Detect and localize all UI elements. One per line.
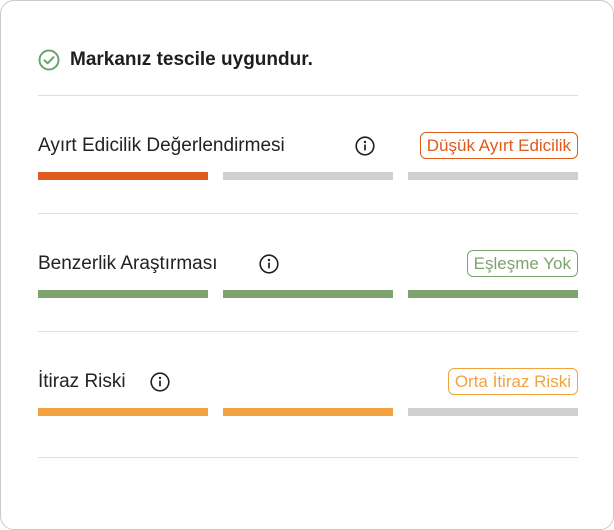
info-icon[interactable]	[355, 136, 375, 156]
divider	[38, 457, 578, 458]
row-label: İtiraz Riski	[38, 371, 126, 392]
divider	[38, 95, 578, 96]
trademark-eligibility-card: Markanız tescile uygundur. Ayırt Edicili…	[0, 0, 614, 530]
bar-segment-3	[408, 408, 578, 416]
bar-segment-2	[223, 172, 393, 180]
status-badge: Orta İtiraz Riski	[447, 368, 578, 395]
info-icon[interactable]	[150, 372, 170, 392]
bar-segment-3	[408, 172, 578, 180]
bar-segment-3	[408, 290, 578, 298]
segment-bar	[38, 408, 578, 416]
row-opposition-risk: İtiraz Riski Orta İtiraz Riski	[38, 368, 578, 431]
segment-bar	[38, 172, 578, 180]
bar-segment-2	[223, 290, 393, 298]
row-similarity-search: Benzerlik Araştırması Eşleşme Yok	[38, 250, 578, 313]
status-badge: Eşleşme Yok	[466, 250, 578, 277]
bar-segment-1	[38, 172, 208, 180]
check-circle-icon	[38, 49, 60, 71]
bar-segment-1	[38, 290, 208, 298]
row-label: Ayırt Edicilik Değerlendirmesi	[38, 135, 285, 156]
segment-bar	[38, 290, 578, 298]
status-text: Markanız tescile uygundur.	[70, 49, 313, 70]
info-icon[interactable]	[259, 254, 279, 274]
row-distinctiveness: Ayırt Edicilik Değerlendirmesi Düşük Ayı…	[38, 132, 578, 195]
row-label: Benzerlik Araştırması	[38, 253, 218, 274]
status-badge: Düşük Ayırt Edicilik	[419, 132, 578, 159]
divider	[38, 213, 578, 214]
status-header: Markanız tescile uygundur.	[38, 49, 313, 71]
bar-segment-2	[223, 408, 393, 416]
divider	[38, 331, 578, 332]
bar-segment-1	[38, 408, 208, 416]
